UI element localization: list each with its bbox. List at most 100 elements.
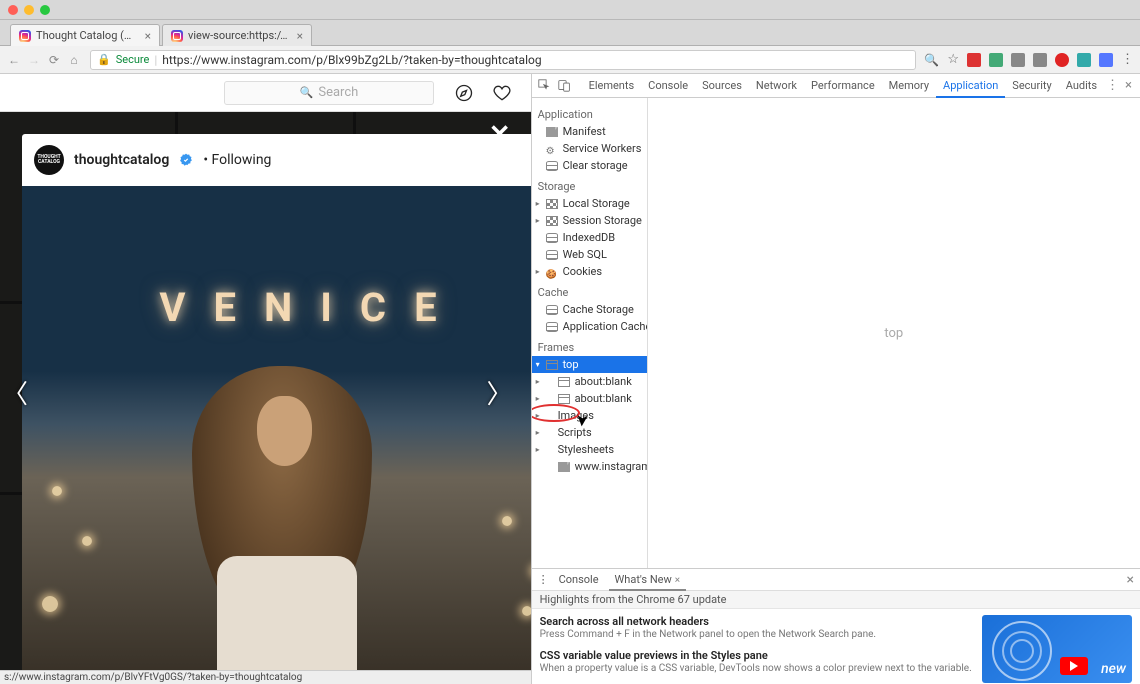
tree-label: Scripts <box>558 426 592 439</box>
profile-icon[interactable] <box>530 83 531 103</box>
nav-home-icon[interactable]: ⌂ <box>66 53 82 67</box>
sidebar-item[interactable]: Cache Storage <box>532 301 647 318</box>
sidebar-item-label: Service Workers <box>563 142 642 155</box>
instagram-favicon <box>171 30 183 42</box>
devtools-tab-security[interactable]: Security <box>1005 74 1058 98</box>
sidebar-item[interactable]: ▸Local Storage <box>532 195 647 212</box>
devtools-tab-network[interactable]: Network <box>749 74 804 98</box>
tree-label: top <box>563 358 579 371</box>
device-toolbar-icon[interactable] <box>556 77 574 95</box>
expand-triangle-icon: ▸ <box>536 216 540 225</box>
avatar[interactable]: THOUGHT CATALOG <box>34 145 64 175</box>
highlights-title: Highlights from the Chrome 67 update <box>532 591 1140 609</box>
sidebar-item[interactable]: Application Cache <box>532 318 647 335</box>
follow-status[interactable]: • Following <box>203 152 271 168</box>
whats-new-item[interactable]: CSS variable value previews in the Style… <box>540 649 972 675</box>
devtools-panel: ElementsConsoleSourcesNetworkPerformance… <box>531 74 1140 684</box>
tree-item[interactable]: ▸Stylesheets <box>532 441 647 458</box>
tree-item[interactable]: www.instagram.com/ <box>532 458 647 475</box>
sidebar-item[interactable]: IndexedDB <box>532 229 647 246</box>
activity-heart-icon[interactable] <box>492 83 512 103</box>
browser-tab-active[interactable]: Thought Catalog (@thoughtca × <box>10 24 160 46</box>
extension-icon[interactable] <box>989 53 1003 67</box>
post-modal: THOUGHT CATALOG thoughtcatalog • Followi… <box>22 134 531 684</box>
devtools-tab-elements[interactable]: Elements <box>582 74 642 98</box>
close-tab-icon[interactable]: × <box>675 575 680 586</box>
extension-icon[interactable] <box>967 53 981 67</box>
drawer-tab-whats-new[interactable]: What's New× <box>609 569 687 591</box>
tree-item[interactable]: ▸about:blank <box>532 373 647 390</box>
tree-label: about:blank <box>575 392 632 405</box>
extension-icon[interactable] <box>1033 53 1047 67</box>
close-modal-icon[interactable]: ✕ <box>489 120 511 150</box>
devtools-tab-sources[interactable]: Sources <box>695 74 749 98</box>
sidebar-item[interactable]: ▸Cookies <box>532 263 647 280</box>
expand-triangle-icon: ▸ <box>536 445 540 454</box>
inspect-element-icon[interactable] <box>536 77 554 95</box>
tab-close-icon[interactable]: × <box>297 29 303 43</box>
close-window-dot[interactable] <box>8 5 18 15</box>
pinterest-extension-icon[interactable] <box>1055 53 1069 67</box>
frame-icon <box>558 394 570 404</box>
devtools-close-icon[interactable]: × <box>1125 78 1132 93</box>
devtools-tab-performance[interactable]: Performance <box>804 74 882 98</box>
frames-top[interactable]: ▾top <box>532 356 647 373</box>
devtools-tab-console[interactable]: Console <box>641 74 695 98</box>
database-icon <box>546 161 558 171</box>
extension-icon[interactable] <box>1099 53 1113 67</box>
sidebar-item[interactable]: Clear storage <box>532 157 647 174</box>
nav-arrows: ← → ⟳ ⌂ <box>6 53 82 67</box>
photo-subject-person <box>152 346 412 684</box>
next-photo-chevron-icon[interactable]: 〉 <box>487 374 513 411</box>
url-field[interactable]: 🔒 Secure | https://www.instagram.com/p/B… <box>90 50 916 70</box>
devtools-toolbar: ElementsConsoleSourcesNetworkPerformance… <box>532 74 1140 98</box>
tab-close-icon[interactable]: × <box>145 29 151 43</box>
tree-item[interactable]: ▸Scripts <box>532 424 647 441</box>
search-icon: 🔍 <box>300 86 314 99</box>
sidebar-item[interactable]: Web SQL <box>532 246 647 263</box>
tree-item[interactable]: ▸Images➤ <box>532 407 647 424</box>
nav-reload-icon[interactable]: ⟳ <box>46 53 62 67</box>
tab-title: view-source:https://www.insta <box>188 29 292 42</box>
gear-icon <box>546 144 558 154</box>
devtools-tab-audits[interactable]: Audits <box>1059 74 1104 98</box>
devtools-drawer: ⋮ Console What's New× × Highlights from … <box>532 568 1140 684</box>
username-link[interactable]: thoughtcatalog <box>74 152 169 168</box>
url-text: https://www.instagram.com/p/Blx99bZg2Lb/… <box>162 53 909 67</box>
devtools-tab-application[interactable]: Application <box>936 74 1005 98</box>
drawer-close-icon[interactable]: × <box>1127 572 1134 588</box>
drawer-tab-console[interactable]: Console <box>553 569 605 591</box>
star-icon[interactable]: ☆ <box>947 52 959 67</box>
extension-icon[interactable] <box>1011 53 1025 67</box>
explore-icon[interactable] <box>454 83 474 103</box>
toolbar-icons: 🔍 ☆ ⋮ <box>924 52 1134 67</box>
database-icon <box>546 322 558 332</box>
frame-icon <box>546 360 558 370</box>
news-desc: Press Command + F in the Network panel t… <box>540 628 972 641</box>
prev-photo-chevron-icon[interactable]: 〈 <box>2 374 28 411</box>
tree-label: about:blank <box>575 375 632 388</box>
drawer-menu-icon[interactable]: ⋮ <box>538 573 549 586</box>
whats-new-video-thumb[interactable]: new <box>982 615 1132 683</box>
extension-icon[interactable] <box>1077 53 1091 67</box>
devtools-tab-memory[interactable]: Memory <box>882 74 936 98</box>
whats-new-item[interactable]: Search across all network headersPress C… <box>540 615 972 641</box>
sidebar-section-title: Storage <box>532 174 647 195</box>
search-icon[interactable]: 🔍 <box>924 53 939 67</box>
sidebar-item[interactable]: Manifest <box>532 123 647 140</box>
sidebar-item[interactable]: Service Workers <box>532 140 647 157</box>
tree-item[interactable]: ▸about:blank <box>532 390 647 407</box>
maximize-window-dot[interactable] <box>40 5 50 15</box>
post-photo[interactable]: VENICE <box>22 186 531 684</box>
browser-tab[interactable]: view-source:https://www.insta × <box>162 24 312 46</box>
search-input[interactable]: 🔍 Search <box>224 81 434 105</box>
minimize-window-dot[interactable] <box>24 5 34 15</box>
news-title: Search across all network headers <box>540 615 972 628</box>
devtools-menu-icon[interactable]: ⋮ <box>1106 78 1119 93</box>
sidebar-section-title: Application <box>532 102 647 123</box>
menu-icon[interactable]: ⋮ <box>1121 52 1134 67</box>
nav-forward-icon[interactable]: → <box>26 53 42 67</box>
lock-icon: 🔒 <box>97 53 111 66</box>
sidebar-item[interactable]: ▸Session Storage <box>532 212 647 229</box>
nav-back-icon[interactable]: ← <box>6 53 22 67</box>
